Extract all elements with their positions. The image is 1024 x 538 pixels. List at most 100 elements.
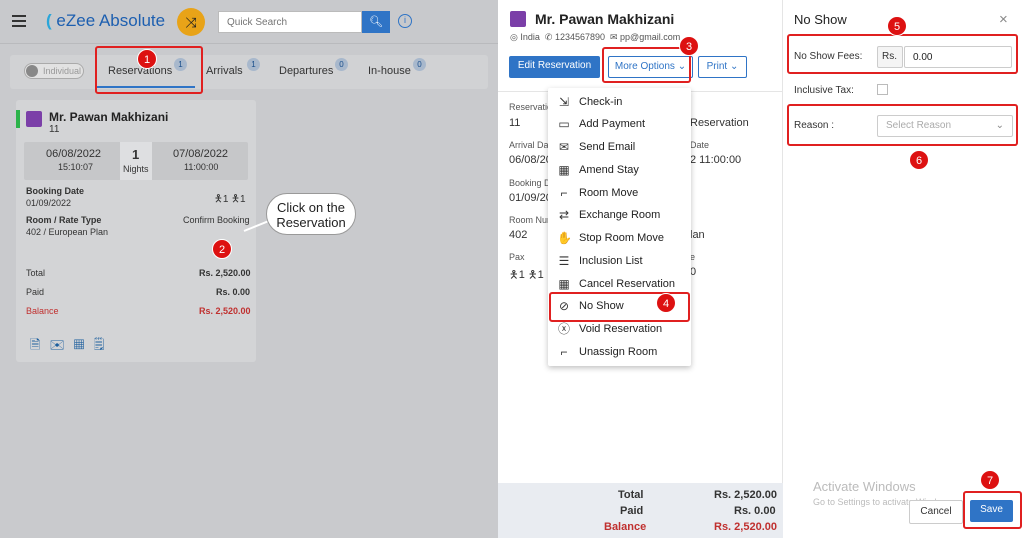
room-rate: 402 / European Plan <box>26 227 109 237</box>
booking-date: 01/09/2022 <box>26 198 72 208</box>
bed-icon: ⌐ <box>560 186 568 200</box>
card-actions: 🗎✉▦🗒 <box>30 336 113 358</box>
menu-item-send-email[interactable]: ✉ Send Email <box>548 136 691 158</box>
booking-status: Confirm Booking <box>183 215 250 225</box>
tab-inhouse[interactable]: In-house <box>368 65 411 77</box>
menu-item-stop-room-move[interactable]: ✋ Stop Room Move <box>548 227 691 249</box>
menu-item-add-payment[interactable]: ▭ Add Payment <box>548 113 691 135</box>
pax-value: 🯅1 🯅1 <box>509 269 544 281</box>
child-icon: 🯅 <box>231 194 240 205</box>
room-rate-label: Room / Rate Type <box>26 215 102 225</box>
res-value: 11 <box>509 117 521 129</box>
paid-label: Paid <box>26 287 45 297</box>
guest-count: 11 <box>49 124 60 135</box>
res-type: Reservation <box>690 117 749 129</box>
departure-value: 2 11:00:00 <box>690 154 742 166</box>
tab-departures[interactable]: Departures <box>279 65 333 77</box>
nights-label: Nights <box>123 164 149 174</box>
menu-item-check-in[interactable]: ⇲ Check-in <box>548 91 691 113</box>
footer-balance: Rs. 2,520.00 <box>714 521 777 533</box>
footer-paid-label: Paid <box>620 505 644 517</box>
step-badge-1: 1 <box>137 49 157 69</box>
arrivals-count-badge: 1 <box>247 58 260 71</box>
print-button[interactable]: Print ⌄ <box>698 56 747 78</box>
inclusive-tax-checkbox[interactable] <box>877 84 888 95</box>
paid-amount: Rs. 0.00 <box>216 287 251 297</box>
step-badge-2: 2 <box>212 239 232 259</box>
step-badge-4: 4 <box>656 293 676 313</box>
payment-icon: ▭ <box>558 117 570 131</box>
app-logo[interactable]: ( eZee Absolute <box>46 11 165 31</box>
departure-date: 07/08/2022 <box>173 148 229 160</box>
step-badge-3: 3 <box>679 36 699 56</box>
detail-footer: Total Rs. 2,520.00 Paid Rs. 0.00 Balance… <box>498 483 783 538</box>
edit-reservation-button[interactable]: Edit Reservation <box>509 56 600 78</box>
circle-x-icon: ⓧ <box>557 322 570 336</box>
menu-item-room-move[interactable]: ⌐ Room Move <box>548 182 691 204</box>
adult-icon: 🯅 <box>509 269 519 281</box>
total-label: Total <box>26 268 46 278</box>
menu-item-exchange-room[interactable]: ⇄ Exchange Room <box>548 204 691 226</box>
cancel-button[interactable]: Cancel <box>909 500 963 524</box>
shuffle-icon[interactable]: ⤨ <box>177 8 205 36</box>
list-icon: ☰ <box>558 254 570 268</box>
room-value: 402 <box>509 229 528 241</box>
unassign-bed-icon: ⌐ <box>560 345 568 359</box>
individual-toggle[interactable]: Individual <box>24 63 84 79</box>
departures-count-badge: 0 <box>335 58 348 71</box>
calendar-icon: ▦ <box>558 163 570 177</box>
step-badge-7: 7 <box>980 470 1000 490</box>
hand-icon: ✋ <box>557 231 572 245</box>
status-bar <box>16 110 20 128</box>
invoice-icon[interactable]: 🗎 <box>30 337 49 352</box>
chevron-down-icon: ⌄ <box>729 61 739 72</box>
footer-total: Rs. 2,520.00 <box>714 489 777 501</box>
pax-label: Pax <box>509 252 525 262</box>
search-input[interactable] <box>218 11 362 33</box>
guest-name[interactable]: Mr. Pawan Makhizani <box>49 110 168 124</box>
nights-count: 1 <box>132 147 140 162</box>
search-button[interactable]: 🔍︎ <box>362 11 390 33</box>
more-options-menu: ⇲ Check-in ▭ Add Payment ✉ Send Email ▦ Amen… <box>548 88 691 366</box>
contact-line: ◎ India ✆ 1234567890 ✉ pp@gmail.com <box>510 32 681 42</box>
no-show-panel: No Show × No Show Fees: Rs. Inclusive Ta… <box>783 0 1024 538</box>
highlight-save <box>963 491 1022 529</box>
inhouse-count-badge: 0 <box>413 58 426 71</box>
adult-icon: 🯅 <box>214 194 223 205</box>
footer-total-label: Total <box>618 489 644 501</box>
watermark-title: Activate Windows <box>813 479 916 494</box>
logo-mark-icon: ( <box>46 11 52 30</box>
highlight-more-options <box>602 47 691 83</box>
guest-icon <box>510 11 526 27</box>
check-in-icon: ⇲ <box>558 95 570 109</box>
booking-value: 01/09/20 <box>509 192 552 204</box>
instruction-callout: Click on the Reservation <box>266 193 356 235</box>
exchange-icon: ⇄ <box>558 208 570 222</box>
footer-paid: Rs. 0.00 <box>734 505 776 517</box>
cancel-calendar-icon: ▦ <box>558 277 570 291</box>
mail-icon[interactable]: ✉ <box>49 337 73 352</box>
arrival-time: 15:10:07 <box>58 162 94 172</box>
email-icon: ✉ <box>558 140 570 154</box>
reservation-card[interactable]: Mr. Pawan Makhizani 11 06/08/2022 15:10:… <box>16 100 256 362</box>
highlight-fees <box>787 34 1018 74</box>
detail-guest-name: Mr. Pawan Makhizani <box>535 11 675 27</box>
menu-item-inclusion-list[interactable]: ☰ Inclusion List <box>548 250 691 272</box>
balance-label: Balance <box>26 306 59 316</box>
pax-icons: 🯅1 🯅1 <box>214 194 246 205</box>
panel-title: No Show <box>794 12 847 27</box>
total-amount: Rs. 2,520.00 <box>199 268 251 278</box>
plan-value: lan <box>690 229 705 241</box>
footer-balance-label: Balance <box>604 521 647 533</box>
menu-item-amend-stay[interactable]: ▦ Amend Stay <box>548 159 691 181</box>
close-icon[interactable]: × <box>999 11 1008 28</box>
search-icon: 🔍︎ <box>369 16 383 28</box>
info-icon[interactable]: i <box>398 14 412 28</box>
menu-icon[interactable] <box>12 15 26 27</box>
inclusive-tax-label: Inclusive Tax: <box>794 85 854 96</box>
notes-icon[interactable]: 🗒 <box>94 337 114 352</box>
calendar-icon[interactable]: ▦ <box>74 337 94 352</box>
tab-arrivals[interactable]: Arrivals <box>206 65 243 77</box>
menu-item-unassign-room[interactable]: ⌐ Unassign Room <box>548 341 691 363</box>
step-badge-6: 6 <box>909 150 929 170</box>
